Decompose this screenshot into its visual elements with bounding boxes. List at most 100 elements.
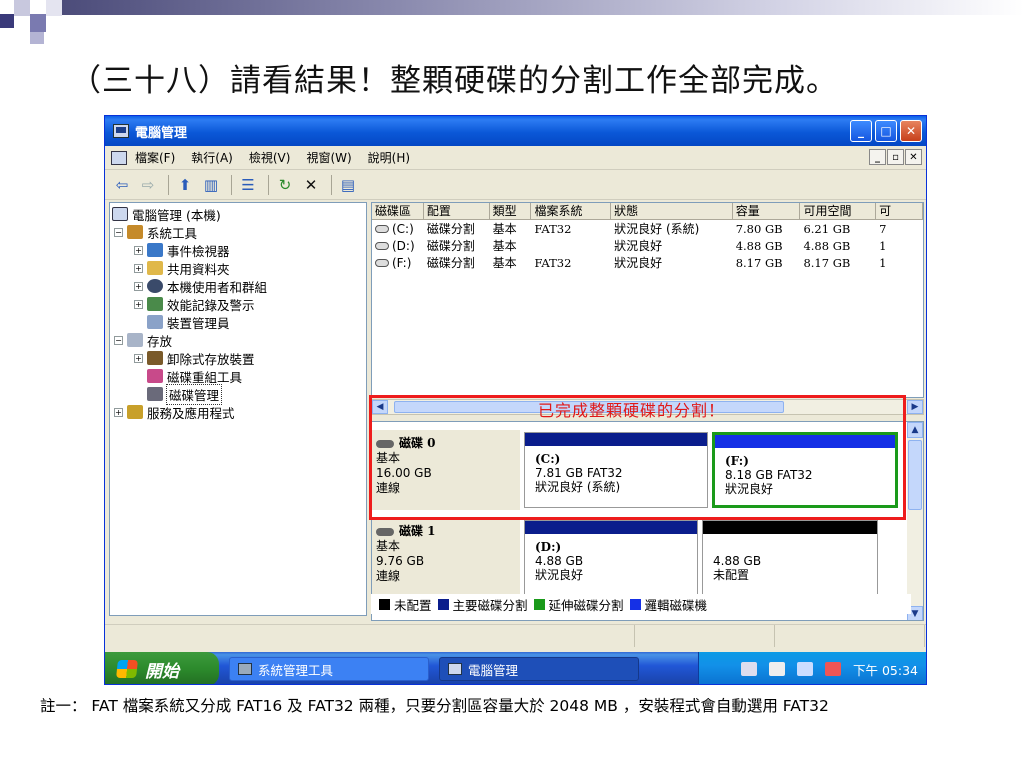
column-header[interactable]: 可 — [876, 203, 923, 219]
computer-management-icon — [448, 663, 462, 675]
tree-item-label: 本機使用者和群組 — [167, 279, 268, 295]
menu-view[interactable]: 檢視(V) — [249, 149, 291, 166]
minimize-button[interactable]: _ — [850, 120, 872, 142]
expand-toggle[interactable]: + — [134, 353, 143, 363]
scroll-right-icon[interactable]: ▶ — [907, 400, 923, 414]
scrollbar-thumb[interactable] — [908, 440, 922, 510]
collapse-toggle[interactable]: − — [114, 227, 123, 237]
keyboard-icon[interactable] — [741, 662, 757, 676]
tree-item-label: 磁碟重組工具 — [167, 369, 243, 385]
menu-help[interactable]: 說明(H) — [368, 149, 410, 166]
tree-item-disk-management[interactable]: 磁碟管理 — [112, 383, 364, 405]
tree-item-shared-folders[interactable]: + 共用資料夾 — [112, 259, 364, 277]
window-menu-icon[interactable] — [111, 150, 127, 165]
decor-square — [30, 14, 46, 32]
start-label: 開始 — [145, 661, 179, 682]
type-cell: 基本 — [492, 222, 517, 236]
network-icon[interactable] — [797, 662, 813, 676]
users-icon — [147, 279, 163, 293]
tree-item-removable-storage[interactable]: + 卸除式存放裝置 — [112, 349, 364, 367]
forward-arrow-icon[interactable]: ⇨ — [137, 174, 159, 196]
table-row[interactable]: (F:) 磁碟分割 基本 FAT32 狀況良好 8.17 GB 8.17 GB … — [372, 254, 923, 271]
column-header[interactable]: 磁碟區 — [372, 203, 424, 219]
column-header[interactable]: 狀態 — [611, 203, 733, 219]
expand-toggle[interactable]: + — [134, 299, 143, 309]
tree-item-device-manager[interactable]: 裝置管理員 — [112, 313, 364, 331]
unallocated-space[interactable]: 4.88 GB 未配置 — [702, 520, 878, 596]
collapse-toggle[interactable]: − — [114, 335, 123, 345]
volume-name: (F:) — [392, 255, 412, 270]
toolbar-separator — [331, 174, 332, 195]
volume-cell: (D:) — [372, 239, 424, 253]
tree-item-disk-defragmenter[interactable]: 磁碟重組工具 — [112, 367, 364, 385]
up-folder-icon[interactable]: ⬆ — [174, 174, 196, 196]
type-cell: 基本 — [492, 239, 517, 253]
hard-disk-icon — [376, 527, 394, 536]
tools-icon — [127, 225, 143, 239]
partition-d[interactable]: (D:) 4.88 GB 狀況良好 — [524, 520, 698, 596]
column-header[interactable]: 檔案系統 — [531, 203, 612, 219]
layout-cell: 磁碟分割 — [426, 256, 475, 270]
decor-square — [0, 14, 14, 28]
maximize-button[interactable]: □ — [875, 120, 897, 142]
partition-bar — [525, 521, 697, 534]
partition-legend: 未配置 主要磁碟分割 延伸磁碟分割 邏輯磁碟機 — [371, 594, 911, 614]
mdi-minimize-button[interactable]: _ — [869, 149, 886, 165]
partition-detail: 4.88 GB — [535, 554, 584, 568]
expand-toggle[interactable]: + — [134, 263, 143, 273]
security-alert-icon[interactable] — [825, 662, 841, 676]
annotation-text: 已完成整顆硬碟的分割！ — [538, 401, 726, 420]
refresh-icon[interactable]: ↻ — [274, 174, 296, 196]
free-space-cell: 4.88 GB — [803, 238, 851, 253]
column-header[interactable]: 可用空間 — [800, 203, 877, 219]
expand-toggle[interactable]: + — [134, 245, 143, 255]
mdi-restore-button[interactable]: ▫ — [887, 149, 904, 165]
tree-item-performance-logs[interactable]: + 效能記錄及警示 — [112, 295, 364, 313]
layout-cell: 磁碟分割 — [426, 239, 475, 253]
mdi-close-button[interactable]: ✕ — [905, 149, 922, 165]
show-hide-tree-icon[interactable]: ▥ — [200, 174, 222, 196]
clock[interactable]: 下午 05:34 — [853, 660, 918, 679]
tree-item-event-viewer[interactable]: + 事件檢視器 — [112, 241, 364, 259]
back-arrow-icon[interactable]: ⇦ — [111, 174, 133, 196]
filesystem-cell: FAT32 — [534, 255, 572, 270]
tree-item-label: 裝置管理員 — [167, 315, 230, 331]
partition-letter: (D:) — [535, 540, 562, 554]
tree-item-local-users[interactable]: + 本機使用者和群組 — [112, 277, 364, 295]
scroll-up-icon[interactable]: ▲ — [907, 422, 923, 438]
taskbar-item-admin-tools[interactable]: 系統管理工具 — [229, 657, 429, 681]
task-label: 電腦管理 — [468, 662, 519, 678]
table-row[interactable]: (C:) 磁碟分割 基本 FAT32 狀況良好 (系統) 7.80 GB 6.2… — [372, 220, 923, 237]
tree-item-services-applications[interactable]: + 服務及應用程式 — [112, 403, 364, 421]
expand-toggle[interactable]: + — [114, 407, 123, 417]
table-row[interactable]: (D:) 磁碟分割 基本 狀況良好 4.88 GB 4.88 GB 1 — [372, 237, 923, 254]
tree-item-storage[interactable]: − 存放 — [112, 331, 364, 349]
capacity-cell: 7.80 GB — [735, 221, 783, 236]
mdi-controls: _ ▫ ✕ — [868, 149, 922, 165]
expand-toggle[interactable]: + — [134, 281, 143, 291]
disk-1-row[interactable]: 磁碟 1 基本 9.76 GB 連線 (D:) 4.88 GB 狀況良好 4.8… — [372, 518, 907, 598]
menu-window[interactable]: 視窗(W) — [306, 149, 351, 166]
vertical-scrollbar[interactable]: ▲ ▼ — [907, 422, 923, 620]
column-header[interactable]: 類型 — [490, 203, 532, 219]
properties-icon[interactable]: ☰ — [237, 174, 259, 196]
toolbar-separator — [231, 174, 232, 195]
filesystem-cell: FAT32 — [534, 221, 572, 236]
window-title-bar[interactable]: 電腦管理 _ □ ✕ — [105, 116, 926, 146]
delete-icon[interactable]: ✕ — [300, 174, 322, 196]
help-icon[interactable] — [769, 662, 785, 676]
tree-item-system-tools[interactable]: − 系統工具 — [112, 223, 364, 241]
tree-item-computer-management[interactable]: 電腦管理 (本機) — [112, 205, 364, 223]
footnote: 註一： FAT 檔案系統又分成 FAT16 及 FAT32 兩種，只要分割區容量… — [40, 697, 829, 715]
close-button[interactable]: ✕ — [900, 120, 922, 142]
menu-file[interactable]: 檔案(F) — [135, 149, 175, 166]
disk-1-info[interactable]: 磁碟 1 基本 9.76 GB 連線 — [372, 518, 520, 598]
column-header[interactable]: 容量 — [733, 203, 801, 219]
menu-action[interactable]: 執行(A) — [191, 149, 233, 166]
start-button[interactable]: 開始 — [105, 652, 219, 684]
legend-item: 邏輯磁碟機 — [629, 595, 707, 614]
column-header[interactable]: 配置 — [424, 203, 490, 219]
help-icon[interactable]: ▤ — [337, 174, 359, 196]
taskbar-item-computer-management[interactable]: 電腦管理 — [439, 657, 639, 681]
drive-icon — [375, 259, 389, 267]
